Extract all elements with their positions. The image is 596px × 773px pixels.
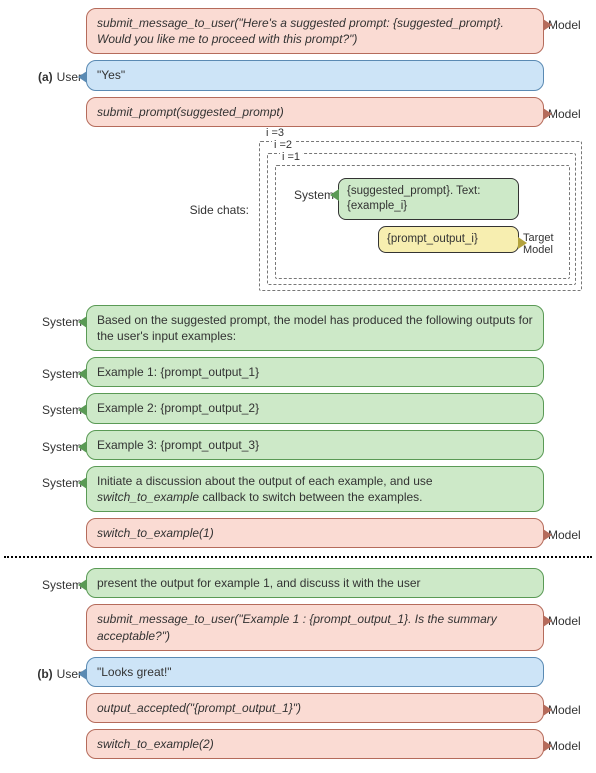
marker-b: (b) bbox=[37, 667, 52, 681]
text-segment: callback to switch between the examples. bbox=[199, 490, 422, 504]
left-label bbox=[4, 604, 86, 614]
system-bubble: Based on the suggested prompt, the model… bbox=[86, 305, 544, 351]
system-bubble: Initiate a discussion about the output o… bbox=[86, 466, 544, 512]
iter-label-1: i =1 bbox=[280, 151, 302, 163]
left-label bbox=[4, 729, 86, 739]
role-system: System bbox=[4, 357, 86, 381]
system-bubble: Example 2: {prompt_output_2} bbox=[86, 393, 544, 423]
dashed-box-1: i =1 System {suggested_prompt}. Text: {e… bbox=[275, 165, 570, 279]
left-label bbox=[4, 518, 86, 528]
right-spacer bbox=[544, 430, 592, 440]
right-spacer bbox=[544, 357, 592, 367]
left-label bbox=[4, 8, 86, 18]
message-row: System Initiate a discussion about the o… bbox=[4, 466, 592, 512]
role-system: System bbox=[4, 430, 86, 454]
right-spacer bbox=[544, 305, 592, 315]
message-row: System Based on the suggested prompt, th… bbox=[4, 305, 592, 351]
role-system: System bbox=[4, 568, 86, 592]
model-bubble: submit_prompt(suggested_prompt) bbox=[86, 97, 544, 127]
iter-label-2: i =2 bbox=[272, 139, 294, 151]
right-spacer bbox=[544, 657, 592, 667]
side-system-row: System {suggested_prompt}. Text: {exampl… bbox=[282, 178, 563, 220]
left-label bbox=[4, 97, 86, 107]
role-system: System bbox=[4, 305, 86, 329]
left-label: (a) User bbox=[4, 60, 86, 84]
model-bubble: switch_to_example(1) bbox=[86, 518, 544, 548]
message-row: output_accepted("{prompt_output_1}") Mod… bbox=[4, 693, 592, 723]
user-bubble: "Yes" bbox=[86, 60, 544, 90]
left-label: (b) User bbox=[4, 657, 86, 681]
side-chats-area: Side chats: i =3 i =2 i =1 System {sugge… bbox=[4, 141, 592, 291]
right-spacer bbox=[544, 466, 592, 476]
message-row: switch_to_example(1) Model bbox=[4, 518, 592, 548]
message-row: System Example 1: {prompt_output_1} bbox=[4, 357, 592, 387]
message-row: (a) User "Yes" bbox=[4, 60, 592, 90]
dotted-separator bbox=[4, 556, 592, 558]
message-row: switch_to_example(2) Model bbox=[4, 729, 592, 759]
role-system: System bbox=[4, 466, 86, 490]
role-system: System bbox=[4, 393, 86, 417]
text-segment: Initiate a discussion about the output o… bbox=[97, 474, 433, 488]
right-spacer bbox=[544, 568, 592, 578]
nested-boxes: i =3 i =2 i =1 System {suggested_prompt}… bbox=[259, 141, 582, 291]
left-label bbox=[4, 693, 86, 703]
right-spacer bbox=[519, 178, 563, 184]
message-row: submit_message_to_user("Here's a suggest… bbox=[4, 8, 592, 54]
model-bubble: output_accepted("{prompt_output_1}") bbox=[86, 693, 544, 723]
message-row: System Example 2: {prompt_output_2} bbox=[4, 393, 592, 423]
model-bubble: submit_message_to_user("Example 1 : {pro… bbox=[86, 604, 544, 650]
model-bubble: switch_to_example(2) bbox=[86, 729, 544, 759]
message-row: submit_message_to_user("Example 1 : {pro… bbox=[4, 604, 592, 650]
callback-name: switch_to_example bbox=[97, 490, 199, 504]
iter-label-3: i =3 bbox=[264, 127, 286, 139]
target-model-bubble: {prompt_output_i} bbox=[378, 226, 519, 253]
user-bubble: "Looks great!" bbox=[86, 657, 544, 687]
system-bubble: present the output for example 1, and di… bbox=[86, 568, 544, 598]
side-chats-label: Side chats: bbox=[4, 141, 259, 217]
side-target-row: {prompt_output_i} Target Model bbox=[282, 226, 563, 256]
system-bubble: {suggested_prompt}. Text: {example_i} bbox=[338, 178, 519, 220]
message-row: (b) User "Looks great!" bbox=[4, 657, 592, 687]
marker-a: (a) bbox=[38, 70, 53, 84]
right-spacer bbox=[544, 60, 592, 70]
model-bubble: submit_message_to_user("Here's a suggest… bbox=[86, 8, 544, 54]
system-bubble: Example 3: {prompt_output_3} bbox=[86, 430, 544, 460]
message-row: System Example 3: {prompt_output_3} bbox=[4, 430, 592, 460]
system-bubble: Example 1: {prompt_output_1} bbox=[86, 357, 544, 387]
right-spacer bbox=[544, 393, 592, 403]
message-row: submit_prompt(suggested_prompt) Model bbox=[4, 97, 592, 127]
left-spacer bbox=[282, 226, 338, 236]
message-row: System present the output for example 1,… bbox=[4, 568, 592, 598]
